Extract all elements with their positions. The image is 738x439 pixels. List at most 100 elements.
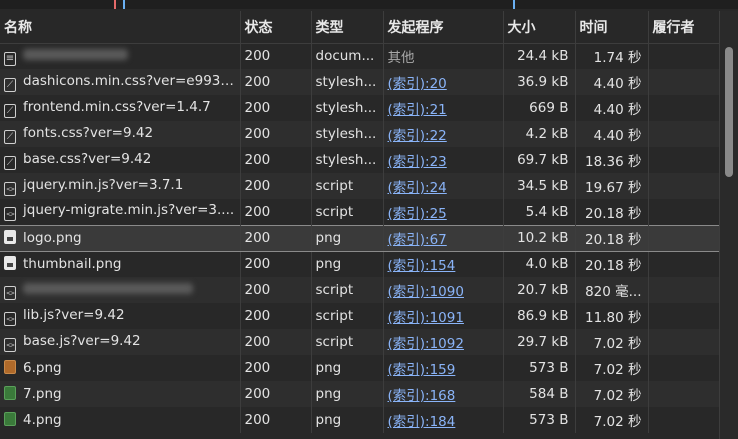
vertical-scrollbar[interactable] (719, 11, 738, 439)
status-cell: 200 (240, 329, 312, 355)
status-cell: 200 (240, 224, 312, 252)
initiator-cell[interactable]: (索引):21 (383, 95, 504, 121)
initiator-cell[interactable]: (索引):22 (383, 121, 504, 147)
status-cell: 200 (240, 199, 312, 225)
size-cell: 4.0 kB (503, 251, 576, 277)
request-name-cell[interactable]: frontend.min.css?ver=1.4.7 (0, 95, 241, 121)
request-row[interactable]: frontend.min.css?ver=1.4.7 200stylesh...(… (0, 95, 721, 121)
initiator-cell[interactable]: (索引):154 (383, 251, 504, 277)
request-row[interactable]: jquery-migrate.min.js?ver=3.... 200script… (0, 199, 721, 225)
status-cell: 200 (240, 251, 312, 277)
request-name: fonts.css?ver=9.42 (23, 124, 154, 141)
initiator-cell[interactable]: (索引):1091 (383, 303, 504, 329)
column-header-fulfilled-by[interactable]: 履行者 (648, 11, 721, 44)
request-name-cell[interactable]: jquery.min.js?ver=3.7.1 (0, 173, 241, 199)
stylesheet-icon (4, 129, 16, 144)
type-cell: png (311, 355, 384, 381)
initiator-link[interactable]: (索引):168 (388, 388, 456, 404)
fulfilled-by-cell (648, 147, 721, 173)
request-name-cell[interactable]: lib.js?ver=9.42 (0, 303, 241, 329)
status-cell: 200 (240, 407, 312, 433)
column-header-type[interactable]: 类型 (311, 11, 384, 44)
initiator-link[interactable]: (索引):154 (388, 258, 456, 274)
type-cell: script (311, 303, 384, 329)
script-icon (4, 337, 16, 352)
request-name-cell[interactable]: dashicons.min.css?ver=e9932... (0, 69, 241, 95)
timeline-overview[interactable] (0, 0, 738, 9)
request-row[interactable]: fonts.css?ver=9.42 200stylesh...(索引):22 4.… (0, 121, 721, 147)
script-icon (4, 311, 16, 326)
request-name-cell[interactable]: logo.png (0, 224, 241, 252)
scrollbar-thumb[interactable] (725, 47, 733, 177)
request-name-cell[interactable] (0, 43, 241, 69)
request-row[interactable]: jquery.min.js?ver=3.7.1 200script(索引):24 3… (0, 173, 721, 199)
initiator-cell[interactable]: (索引):1090 (383, 277, 504, 303)
initiator-link[interactable]: (索引):25 (388, 206, 447, 222)
request-row[interactable]: logo.png 200 png (索引):67 10.2 kB 20.18 秒 (0, 224, 721, 252)
request-name-cell[interactable]: 4.png (0, 407, 241, 433)
size-cell: 34.5 kB (503, 173, 576, 199)
request-row[interactable]: 7.png 200 png (索引):168 584 B 7.02 秒 (0, 381, 721, 407)
initiator-link[interactable]: (索引):1091 (388, 310, 464, 326)
initiator-link[interactable]: (索引):22 (388, 128, 447, 144)
initiator-cell[interactable]: (索引):184 (383, 407, 504, 433)
initiator-link[interactable]: (索引):67 (388, 232, 447, 248)
request-name: base.css?ver=9.42 (23, 150, 152, 167)
initiator-link[interactable]: (索引):159 (388, 362, 456, 378)
network-panel: 名称 状态 类型 发起程序 大小 时间 履行者 200docum...其他24.… (0, 0, 738, 439)
initiator-link[interactable]: (索引):1092 (388, 336, 464, 352)
request-name-cell[interactable]: fonts.css?ver=9.42 (0, 121, 241, 147)
initiator-cell[interactable]: (索引):24 (383, 173, 504, 199)
request-name-cell[interactable] (0, 277, 241, 303)
initiator-link[interactable]: (索引):21 (388, 102, 447, 118)
request-name-cell[interactable]: thumbnail.png (0, 251, 241, 277)
request-name-cell[interactable]: jquery-migrate.min.js?ver=3.... (0, 199, 241, 225)
initiator-link[interactable]: (索引):1090 (388, 284, 464, 300)
request-name: lib.js?ver=9.42 (23, 306, 125, 323)
column-header-size[interactable]: 大小 (503, 11, 576, 44)
request-row[interactable]: base.css?ver=9.42 200stylesh...(索引):23 69.… (0, 147, 721, 173)
column-header-time[interactable]: 时间 (575, 11, 649, 44)
request-row[interactable]: 200docum...其他 24.4 kB1.74 秒 (0, 43, 721, 69)
column-header-name[interactable]: 名称 (0, 11, 241, 44)
request-name-cell[interactable]: 7.png (0, 381, 241, 407)
status-cell: 200 (240, 173, 312, 199)
initiator-cell[interactable]: (索引):168 (383, 381, 504, 407)
initiator-cell[interactable]: (索引):67 (383, 224, 504, 252)
fulfilled-by-cell (648, 407, 721, 433)
request-row[interactable]: dashicons.min.css?ver=e9932...200stylesh… (0, 69, 721, 95)
request-name-cell[interactable]: base.css?ver=9.42 (0, 147, 241, 173)
request-row[interactable]: 4.png 200 png (索引):184 573 B 7.02 秒 (0, 407, 721, 433)
fulfilled-by-cell (648, 381, 721, 407)
initiator-cell[interactable]: (索引):20 (383, 69, 504, 95)
request-name: 7.png (23, 386, 62, 402)
fulfilled-by-cell (648, 69, 721, 95)
request-row[interactable]: thumbnail.png 200 png (索引):154 4.0 kB 20.18 秒 (0, 251, 721, 277)
initiator-cell[interactable]: (索引):23 (383, 147, 504, 173)
request-row[interactable]: 200script(索引):1090 20.7 kB820 毫... (0, 277, 721, 303)
request-row[interactable]: base.js?ver=9.42 200script(索引):1092 29.7 k… (0, 329, 721, 355)
initiator-link[interactable]: (索引):184 (388, 414, 456, 430)
script-icon (4, 207, 16, 222)
initiator-link[interactable]: (索引):20 (388, 76, 447, 92)
image-brown-icon (4, 360, 16, 374)
column-header-initiator[interactable]: 发起程序 (383, 11, 504, 44)
initiator-cell[interactable]: (索引):25 (383, 199, 504, 225)
time-cell: 7.02 秒 (575, 329, 649, 355)
request-name: base.js?ver=9.42 (23, 332, 141, 349)
status-cell: 200 (240, 95, 312, 121)
initiator-cell[interactable]: (索引):1092 (383, 329, 504, 355)
column-header-status[interactable]: 状态 (240, 11, 312, 44)
initiator-text: 其他 (387, 50, 415, 67)
request-row[interactable]: 6.png 200 png (索引):159 573 B 7.02 秒 (0, 355, 721, 381)
time-cell: 20.18 秒 (575, 199, 649, 225)
initiator-link[interactable]: (索引):23 (388, 154, 447, 170)
request-name: dashicons.min.css?ver=e9932... (23, 72, 240, 89)
request-name-cell[interactable]: 6.png (0, 355, 241, 381)
time-cell: 20.18 秒 (575, 251, 649, 277)
request-row[interactable]: lib.js?ver=9.42 200script(索引):1091 86.9 kB… (0, 303, 721, 329)
image-green-icon (4, 412, 16, 426)
request-name-cell[interactable]: base.js?ver=9.42 (0, 329, 241, 355)
initiator-cell[interactable]: (索引):159 (383, 355, 504, 381)
initiator-link[interactable]: (索引):24 (388, 180, 447, 196)
